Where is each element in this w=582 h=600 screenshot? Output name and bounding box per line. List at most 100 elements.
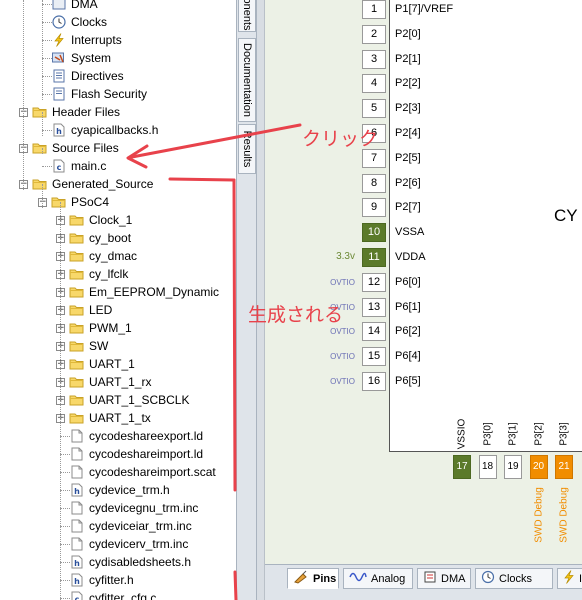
pin-number[interactable]: 5 [362, 99, 386, 119]
pin-number[interactable]: 15 [362, 347, 386, 367]
folder-icon [69, 357, 85, 371]
workspace-tree: DMA Clocks Interrupts System Directives Flash… [0, 0, 236, 600]
tab-pins[interactable]: Pins [287, 568, 339, 589]
tree-guide [60, 490, 70, 491]
tree-item[interactable]: + Em_EEPROM_Dynamic [56, 283, 219, 301]
tab-components[interactable]: onents [238, 0, 256, 32]
tree-item[interactable]: h cyfitter.h [69, 571, 134, 589]
tree-guide [42, 112, 43, 136]
tree-item[interactable]: cycodeshareimport.ld [69, 445, 203, 463]
pin-name: P6[2] [395, 325, 421, 338]
tree-item[interactable]: − Header Files [19, 103, 120, 121]
tree-item[interactable]: Flash Security [51, 85, 147, 103]
tree-item[interactable]: cycodeshareexport.ld [69, 427, 203, 445]
tree-item[interactable]: c main.c [51, 157, 106, 175]
folder-icon [69, 375, 85, 389]
file-icon [69, 519, 85, 533]
tab-ir[interactable]: Ir [557, 568, 582, 589]
tree-item-label: cydeviceiar_trm.inc [89, 519, 192, 533]
tree-item[interactable]: − Generated_Source [19, 175, 153, 193]
pin-number[interactable]: 7 [362, 148, 386, 168]
pin-name: VDDA [395, 251, 426, 263]
tab-dma[interactable]: DMA [417, 568, 471, 589]
tree-item[interactable]: h cydisabledsheets.h [69, 553, 191, 571]
pin-name: P2[7] [395, 201, 421, 214]
tab-results[interactable]: Results [238, 124, 256, 174]
pin-number[interactable]: 11 [362, 248, 386, 267]
tree-item[interactable]: − Source Files [19, 139, 119, 157]
bottom-pin-number[interactable]: 17 [453, 455, 471, 479]
clock-icon [51, 15, 67, 29]
pin-number[interactable]: 13 [362, 297, 386, 317]
tree-item[interactable]: Clocks [51, 13, 107, 31]
tree-item[interactable]: + LED [56, 301, 112, 319]
tree-item[interactable]: + Clock_1 [56, 211, 132, 229]
tree-item[interactable]: + PWM_1 [56, 319, 132, 337]
pin-note: 3.3v [336, 251, 355, 262]
pin-number[interactable]: 12 [362, 272, 386, 292]
tab-analog[interactable]: Analog [343, 568, 413, 589]
dma-icon [51, 0, 67, 11]
pin-name: P6[0] [395, 275, 421, 288]
pin-number[interactable]: 1 [362, 0, 386, 19]
tab-clocks[interactable]: Clocks [475, 568, 553, 589]
pin-number[interactable]: 2 [362, 24, 386, 44]
bottom-pin-number[interactable]: 20 [529, 455, 548, 479]
tree-guide [23, 0, 24, 190]
pin-canvas: 1 P1[7]/VREF 2 P2[0] 3 P2[1] 4 P2[2] 5 P2[3] 6 P2[4… [265, 0, 582, 564]
pin-number[interactable]: 16 [362, 372, 386, 391]
tree-item[interactable]: − PSoC4 [38, 193, 109, 211]
tree-guide [42, 148, 43, 154]
tab-documentation[interactable]: Documentation [238, 38, 256, 122]
tree-item-label: Clocks [71, 15, 108, 29]
tree-guide [42, 22, 52, 23]
tree-item[interactable]: cydeviceiar_trm.inc [69, 517, 192, 535]
tree-item[interactable]: cydevicerv_trm.inc [69, 535, 188, 553]
tree-item[interactable]: System [51, 49, 111, 67]
tree-guide [42, 76, 52, 77]
svg-text:h: h [74, 559, 80, 568]
tree-item[interactable]: cydevicegnu_trm.inc [69, 499, 198, 517]
tree-item[interactable]: cycodeshareimport.scat [69, 463, 216, 481]
folder-icon [69, 393, 85, 407]
pin-number[interactable]: 9 [362, 198, 386, 218]
tree-guide [60, 436, 70, 437]
tree-item[interactable]: h cydevice_trm.h [69, 481, 170, 499]
folder-icon [51, 195, 67, 209]
tree-item[interactable]: DMA [51, 0, 98, 13]
tree-item[interactable]: + SW [56, 337, 108, 355]
pin-note: OVTIO [330, 352, 355, 362]
pin-number[interactable]: 14 [362, 322, 386, 342]
tree-guide [42, 130, 52, 131]
header-file-icon: h [69, 573, 85, 587]
tree-item[interactable]: + cy_lfclk [56, 265, 128, 283]
tree-guide [60, 562, 70, 563]
svg-text:c: c [57, 163, 62, 172]
tree-item[interactable]: + UART_1_rx [56, 373, 151, 391]
tree-guide [60, 526, 70, 527]
pin-number[interactable]: 3 [362, 49, 386, 69]
tree-item[interactable]: + UART_1_SCBCLK [56, 391, 190, 409]
pin-number[interactable]: 4 [362, 74, 386, 94]
tree-item[interactable]: + cy_dmac [56, 247, 137, 265]
tree-item[interactable]: + UART_1 [56, 355, 135, 373]
svg-text:c: c [75, 595, 80, 600]
tree-item[interactable]: Directives [51, 67, 124, 85]
tree-item[interactable]: + cy_boot [56, 229, 131, 247]
pin-note: OVTIO [330, 327, 355, 337]
pin-number[interactable]: 8 [362, 173, 386, 193]
tree-guide [60, 508, 70, 509]
tree-item[interactable]: h cyapicallbacks.h [51, 121, 158, 139]
tree-item[interactable]: c cyfitter_cfg.c [69, 589, 156, 600]
tree-item[interactable]: + UART_1_tx [56, 409, 151, 427]
tree-item-label: cydisabledsheets.h [89, 555, 192, 569]
pin-number[interactable]: 10 [362, 223, 386, 243]
tab-documentation-label: Documentation [241, 43, 253, 117]
bottom-pin-number[interactable]: 19 [504, 455, 522, 479]
bottom-pin-number[interactable]: 21 [555, 455, 573, 479]
file-icon [69, 429, 85, 443]
tree-guide [60, 454, 70, 455]
tree-item-label: Clock_1 [89, 213, 133, 227]
tree-item[interactable]: Interrupts [51, 31, 122, 49]
bottom-pin-number[interactable]: 18 [478, 455, 497, 479]
